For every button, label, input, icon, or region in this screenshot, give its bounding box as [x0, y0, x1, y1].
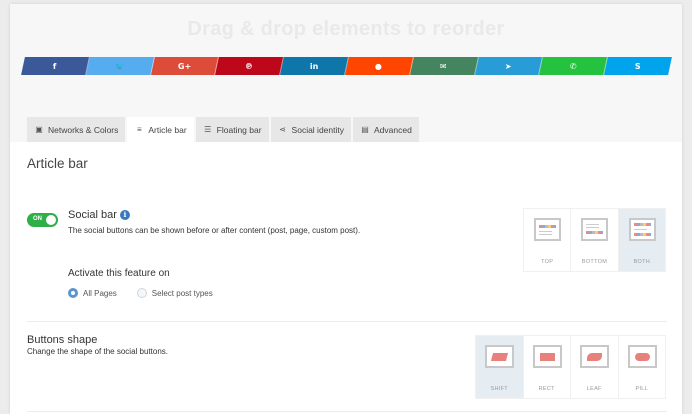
tab-networks-colors[interactable]: ▣ Networks & Colors: [27, 117, 126, 142]
tab-label: Social identity: [291, 124, 344, 135]
buttons-shape-title: Buttons shape: [27, 334, 98, 346]
social-reddit-button[interactable]: ●: [345, 57, 414, 75]
button-shape-selector: SHIFT RECT LEAF PILL: [475, 335, 666, 399]
select-post-types-radio[interactable]: [136, 288, 147, 298]
shape-leaf-thumbnail: [580, 345, 609, 368]
settings-icon: ▤: [361, 125, 369, 134]
tab-label: Floating bar: [216, 124, 262, 135]
shape-label: SHIFT: [490, 386, 508, 392]
social-email-button[interactable]: ✉: [409, 57, 479, 75]
whatsapp-icon: ✆: [569, 61, 577, 71]
activate-feature-title: Activate this feature on: [68, 268, 170, 279]
shape-shift-thumbnail: [485, 345, 514, 368]
social-facebook-button[interactable]: f: [21, 57, 90, 75]
toggle-knob: [46, 215, 56, 225]
networks-preview-area: Drag & drop elements to reorder f 🐦 G+ ℗…: [10, 4, 682, 142]
social-linkedin-button[interactable]: in: [280, 57, 349, 75]
floating-bar-icon: ☰: [204, 125, 212, 134]
list-icon: ≡: [137, 125, 142, 134]
social-networks-strip: f 🐦 G+ ℗ in ● ✉ ➤ ✆ S: [21, 57, 672, 75]
all-pages-radio[interactable]: [68, 288, 78, 298]
position-option-bottom[interactable]: BOTTOM: [570, 208, 619, 272]
twitter-icon: 🐦: [114, 61, 125, 71]
social-bar-heading: Social bar i: [68, 209, 130, 221]
position-label: BOTTOM: [581, 259, 608, 265]
social-bar-toggle[interactable]: ON: [27, 213, 58, 227]
settings-panel: Drag & drop elements to reorder f 🐦 G+ ℗…: [10, 4, 682, 414]
bar-position-selector: TOP BOTTOM BOTH: [523, 208, 666, 272]
image-icon: ▣: [35, 125, 43, 134]
facebook-icon: f: [53, 61, 57, 71]
section-divider: [27, 321, 667, 322]
position-option-both[interactable]: BOTH: [617, 208, 666, 272]
tab-label: Advanced: [374, 124, 412, 135]
shape-label: RECT: [538, 386, 555, 392]
position-label: BOTH: [633, 259, 651, 265]
shape-option-rect[interactable]: RECT: [522, 335, 571, 399]
all-pages-label[interactable]: All Pages: [83, 289, 117, 298]
drag-drop-title: Drag & drop elements to reorder: [187, 18, 505, 40]
toggle-label: ON: [33, 216, 42, 222]
google-plus-icon: G+: [177, 61, 192, 71]
social-telegram-button[interactable]: ➤: [474, 57, 544, 75]
shape-option-leaf[interactable]: LEAF: [570, 335, 619, 399]
select-post-types-label[interactable]: Select post types: [152, 289, 213, 298]
social-google-plus-button[interactable]: G+: [150, 57, 220, 75]
tab-label: Networks & Colors: [48, 124, 119, 135]
tab-article-bar[interactable]: ≡ Article bar: [127, 117, 194, 142]
tab-social-identity[interactable]: ⋖ Social identity: [270, 117, 351, 142]
shape-option-pill[interactable]: PILL: [617, 335, 666, 399]
shape-label: PILL: [635, 386, 648, 392]
activate-options: All Pages Select post types: [68, 288, 233, 298]
shape-pill-thumbnail: [627, 345, 657, 368]
tab-floating-bar[interactable]: ☰ Floating bar: [195, 117, 269, 142]
tab-advanced[interactable]: ▤ Advanced: [353, 117, 419, 142]
share-icon: ⋖: [279, 125, 286, 134]
buttons-shape-description: Change the shape of the social buttons.: [27, 347, 168, 356]
shape-rect-thumbnail: [532, 345, 562, 368]
section-divider: [27, 411, 667, 412]
info-icon[interactable]: i: [119, 210, 130, 220]
social-bar-title: Social bar: [68, 209, 117, 221]
skype-icon: S: [635, 61, 641, 71]
position-bottom-thumbnail: [581, 218, 609, 241]
social-whatsapp-button[interactable]: ✆: [539, 57, 609, 75]
telegram-icon: ➤: [505, 61, 512, 71]
position-top-thumbnail: [534, 218, 561, 241]
position-both-thumbnail: [628, 218, 656, 241]
social-skype-button[interactable]: S: [604, 57, 672, 75]
page-title: Article bar: [27, 156, 88, 171]
position-label: TOP: [541, 259, 554, 265]
reddit-icon: ●: [375, 61, 383, 71]
tab-label: Article bar: [148, 124, 187, 135]
position-option-top[interactable]: TOP: [523, 208, 572, 272]
pinterest-icon: ℗: [245, 61, 254, 71]
shape-option-shift[interactable]: SHIFT: [475, 335, 524, 399]
social-twitter-button[interactable]: 🐦: [85, 57, 155, 75]
linkedin-icon: in: [309, 61, 319, 71]
email-icon: ✉: [440, 61, 448, 71]
shape-label: LEAF: [586, 386, 602, 392]
social-pinterest-button[interactable]: ℗: [215, 57, 285, 75]
settings-tabs: ▣ Networks & Colors ≡ Article bar ☰ Floatin…: [27, 117, 421, 142]
social-bar-description: The social buttons can be shown before o…: [68, 226, 361, 235]
